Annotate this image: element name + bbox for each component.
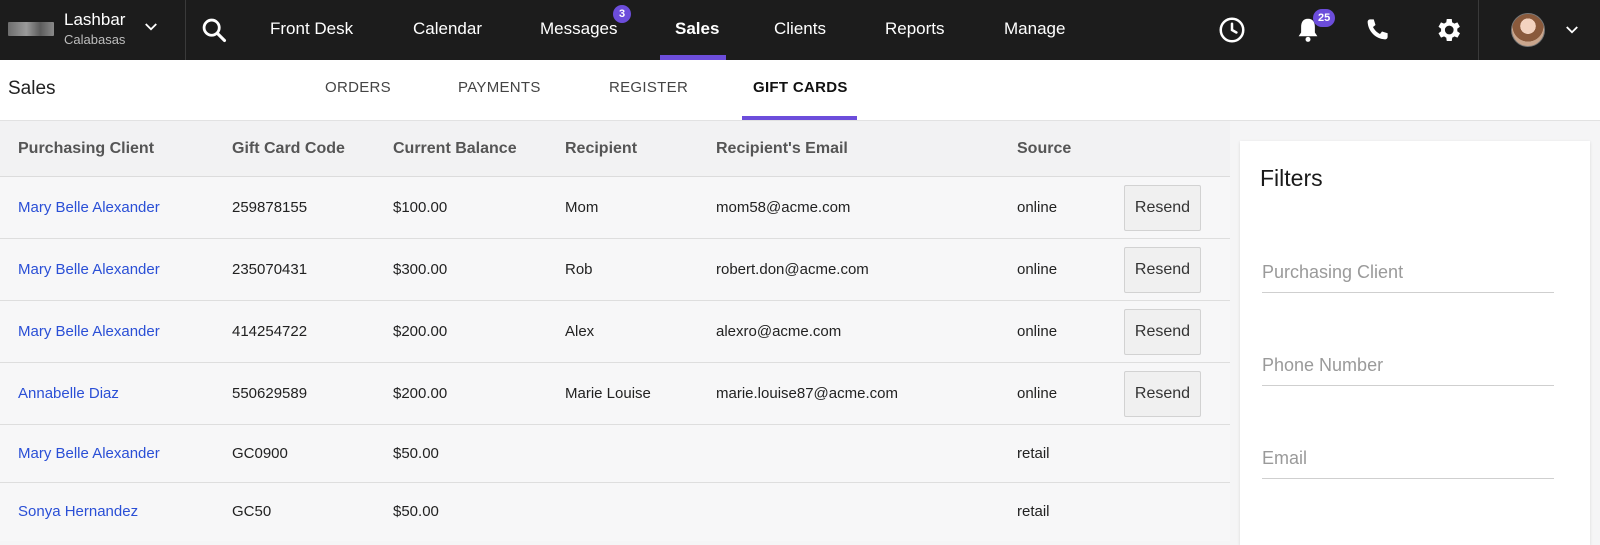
phone-number-filter-input[interactable] (1262, 346, 1554, 386)
brand-logo (8, 22, 54, 36)
source: online (1017, 261, 1058, 278)
phone-icon[interactable] (1362, 15, 1392, 45)
recipient: Alex (565, 323, 595, 340)
page-title: Sales (8, 78, 56, 99)
nav-reports[interactable]: Reports (885, 0, 945, 60)
column-header-purchasing-client[interactable]: Purchasing Client (18, 121, 154, 177)
table-row: Mary Belle Alexander 235070431 $300.00 R… (0, 239, 1230, 301)
sales-subheader: Sales ORDERS PAYMENTS REGISTER GIFT CARD… (0, 60, 1600, 121)
nav-front-desk[interactable]: Front Desk (270, 0, 353, 60)
gift-card-code: 235070431 (232, 261, 308, 278)
gift-card-code: 259878155 (232, 199, 308, 216)
current-balance: $200.00 (393, 385, 448, 402)
gift-cards-table: Purchasing Client Gift Card Code Current… (0, 121, 1230, 541)
brand-location: Calabasas (64, 32, 126, 47)
search-icon[interactable] (200, 16, 228, 44)
gift-card-code: 550629589 (232, 385, 308, 402)
tab-gift-cards[interactable]: GIFT CARDS (753, 60, 848, 120)
table-header: Purchasing Client Gift Card Code Current… (0, 121, 1230, 177)
column-header-recipient-email[interactable]: Recipient's Email (716, 121, 848, 177)
column-header-gift-card-code[interactable]: Gift Card Code (232, 121, 345, 177)
source: online (1017, 385, 1058, 402)
source: retail (1017, 503, 1050, 520)
tab-orders[interactable]: ORDERS (325, 60, 391, 120)
source: retail (1017, 445, 1050, 462)
resend-button[interactable]: Resend (1124, 371, 1201, 417)
gift-card-code: GC50 (232, 503, 272, 520)
source: online (1017, 323, 1058, 340)
recipient: Marie Louise (565, 385, 651, 402)
location-switcher[interactable]: Lashbar Calabasas (0, 0, 186, 60)
purchasing-client-link[interactable]: Mary Belle Alexander (18, 239, 160, 301)
table-row: Mary Belle Alexander GC0900 $50.00 retai… (0, 425, 1230, 483)
column-header-recipient[interactable]: Recipient (565, 121, 637, 177)
top-navigation-bar: Lashbar Calabasas Front Desk Calendar Me… (0, 0, 1600, 60)
clock-icon[interactable] (1217, 15, 1247, 45)
tab-payments[interactable]: PAYMENTS (458, 60, 541, 120)
current-balance: $200.00 (393, 323, 448, 340)
purchasing-client-link[interactable]: Mary Belle Alexander (18, 425, 160, 483)
email-filter-input[interactable] (1262, 439, 1554, 479)
nav-messages[interactable]: Messages (540, 0, 617, 60)
current-balance: $300.00 (393, 261, 448, 278)
nav-calendar[interactable]: Calendar (413, 0, 482, 60)
current-balance: $50.00 (393, 503, 439, 520)
purchasing-client-link[interactable]: Annabelle Diaz (18, 363, 119, 425)
tab-register[interactable]: REGISTER (609, 60, 688, 120)
purchasing-client-link[interactable]: Mary Belle Alexander (18, 177, 160, 239)
recipient-email: marie.louise87@acme.com (716, 385, 898, 402)
resend-button[interactable]: Resend (1124, 247, 1201, 293)
resend-button[interactable]: Resend (1124, 185, 1201, 231)
column-header-current-balance[interactable]: Current Balance (393, 121, 517, 177)
table-row: Annabelle Diaz 550629589 $200.00 Marie L… (0, 363, 1230, 425)
avatar[interactable] (1511, 13, 1545, 47)
resend-button[interactable]: Resend (1124, 309, 1201, 355)
purchasing-client-link[interactable]: Mary Belle Alexander (18, 301, 160, 363)
recipient-email: robert.don@acme.com (716, 261, 869, 278)
purchasing-client-link[interactable]: Sonya Hernandez (18, 483, 138, 541)
chevron-down-icon[interactable] (1563, 21, 1581, 39)
recipient: Mom (565, 199, 599, 216)
column-header-source[interactable]: Source (1017, 121, 1071, 177)
source: online (1017, 199, 1058, 216)
recipient-email: alexro@acme.com (716, 323, 842, 340)
profile-menu[interactable] (1478, 0, 1600, 60)
gift-card-code: 414254722 (232, 323, 308, 340)
purchasing-client-filter-input[interactable] (1262, 253, 1554, 293)
brand-name: Lashbar (64, 10, 126, 29)
tab-active-indicator (742, 116, 857, 120)
filters-panel: Filters (1240, 141, 1590, 545)
recipient: Rob (565, 261, 593, 278)
table-row: Mary Belle Alexander 414254722 $200.00 A… (0, 301, 1230, 363)
filters-title: Filters (1260, 165, 1323, 191)
current-balance: $50.00 (393, 445, 439, 462)
notifications-badge: 25 (1313, 9, 1336, 27)
nav-sales[interactable]: Sales (675, 0, 719, 60)
gift-cards-content: Purchasing Client Gift Card Code Current… (0, 121, 1600, 545)
messages-badge: 3 (613, 5, 631, 23)
gift-card-code: GC0900 (232, 445, 288, 462)
gear-icon[interactable] (1433, 15, 1463, 45)
recipient-email: mom58@acme.com (716, 199, 851, 216)
current-balance: $100.00 (393, 199, 448, 216)
nav-clients[interactable]: Clients (774, 0, 826, 60)
table-row: Sonya Hernandez GC50 $50.00 retail (0, 483, 1230, 541)
table-row: Mary Belle Alexander 259878155 $100.00 M… (0, 177, 1230, 239)
chevron-down-icon[interactable] (142, 18, 160, 36)
nav-manage[interactable]: Manage (1004, 0, 1065, 60)
